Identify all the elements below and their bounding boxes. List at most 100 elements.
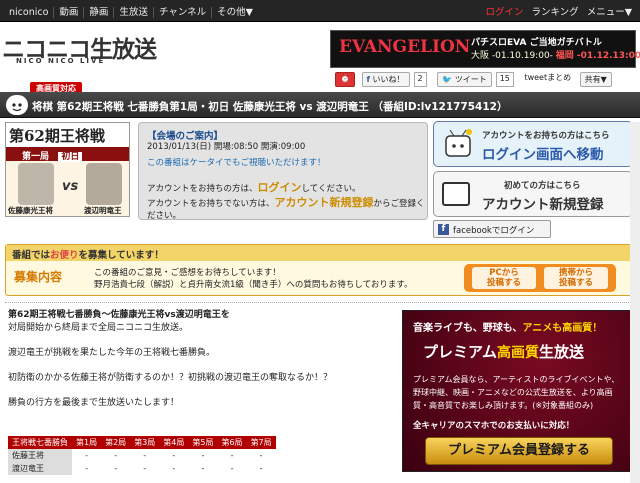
- menu-dropdown[interactable]: メニュー▼: [583, 7, 636, 18]
- top-navbar: niconico 動画 静画 生放送 チャンネル その他▼ ログイン ランキング メニュー▼: [0, 0, 640, 22]
- tv-icon: [442, 182, 470, 206]
- table-cell: -: [114, 451, 118, 460]
- vs-label: vs: [62, 179, 79, 194]
- table-cell: -: [143, 451, 147, 460]
- player1-photo: [18, 163, 54, 205]
- info-login-link[interactable]: ログイン: [258, 181, 302, 194]
- ranking-link[interactable]: ランキング: [527, 7, 582, 18]
- table-cell: -: [259, 451, 263, 460]
- recruit-text1: この番組のご意見・ご感想をお待ちしています！: [94, 268, 281, 278]
- niconico-face-icon: [6, 95, 28, 115]
- recruit-text2: 野月浩貴七段（解説）と貞升南女流1級（聞き手）への質問もお待ちしております。: [94, 280, 413, 290]
- table-header: 第5局: [188, 436, 218, 449]
- nav-niconico[interactable]: niconico: [4, 7, 55, 18]
- match-table: 王将戦七番勝負 第1局 第2局 第3局 第4局 第5局 第6局 第7局 佐藤王将…: [8, 436, 276, 475]
- table-cell: 佐藤王将: [8, 449, 72, 462]
- share-bar: ⏰ f いいね！ 2 🐦 ツイート 15 tweetまとめ 共有▼: [335, 72, 616, 88]
- tweet-count: 15: [495, 72, 514, 87]
- login-button-label: ログイン画面へ移動: [482, 147, 604, 163]
- table-header: 第4局: [159, 436, 189, 449]
- alert-button[interactable]: ⏰: [335, 72, 355, 87]
- niconico-tv-character-icon: [445, 129, 472, 157]
- banner-line1: パチスロEVA ご当地ガチバトル: [471, 38, 602, 48]
- premium-ad-banner[interactable]: 音楽ライブも、野球も、アニメも高画質！ プレミアム高画質生放送 プレミアム会員な…: [402, 310, 634, 472]
- login-button-sub: アカウントをお持ちの方はこちら: [482, 131, 610, 141]
- thumb-round: 第一局 初日: [22, 149, 83, 162]
- login-link[interactable]: ログイン: [481, 7, 527, 18]
- desc-p1: 対局開始から終局まで全局ニコニコ生放送。: [8, 323, 189, 333]
- desc-p2: 渡辺竜王が挑戦を果たした今年の王将戦七番勝負。: [8, 348, 216, 358]
- info-register-line-cont: ださい。: [147, 211, 182, 221]
- nav-channel[interactable]: チャンネル: [153, 7, 213, 18]
- twitter-icon: 🐦: [442, 75, 453, 84]
- share-dropdown[interactable]: 共有▼: [579, 72, 612, 87]
- login-button[interactable]: アカウントをお持ちの方はこちら ログイン画面へ移動: [433, 121, 633, 167]
- info-login-line: アカウントをお持ちの方は、ログインしてください。: [147, 181, 361, 194]
- premium-register-button[interactable]: プレミアム会員登録する: [425, 437, 613, 465]
- recruit-heading: 番組ではお便りを募集しています！: [12, 250, 164, 261]
- tweetmatome-link[interactable]: tweetまとめ: [524, 73, 571, 82]
- facebook-login-label: facebookでログイン: [453, 226, 535, 236]
- player1-name: 佐藤康光王将: [8, 206, 53, 215]
- facebook-icon: f: [366, 75, 370, 84]
- table-cell: -: [259, 464, 263, 473]
- scrollbar[interactable]: [630, 122, 640, 483]
- facebook-like-button[interactable]: f いいね！: [361, 72, 410, 87]
- like-count: 2: [413, 72, 427, 87]
- table-cell: -: [201, 451, 205, 460]
- global-nav: niconico 動画 静画 生放送 チャンネル その他▼: [4, 4, 258, 18]
- premium-smartphone-note: 全キャリアのスマホでのお支払いに対応！: [413, 421, 575, 431]
- banner-eva-text: EVANGELION: [339, 37, 471, 57]
- info-register-link[interactable]: アカウント新規登録: [275, 196, 374, 209]
- table-cell: -: [172, 464, 176, 473]
- nav-other[interactable]: その他▼: [212, 7, 258, 18]
- alarm-icon: ⏰: [340, 74, 350, 83]
- table-cell: -: [230, 451, 234, 460]
- site-logo-subtitle: NICO NICO LIVE: [16, 57, 106, 65]
- premium-title: プレミアム高画質生放送: [423, 343, 584, 361]
- table-header: 第2局: [101, 436, 131, 449]
- recruit-label: 募集内容: [14, 270, 63, 284]
- post-buttons: PCから 投稿する 携帯から 投稿する: [464, 264, 616, 292]
- register-button-label: アカウント新規登録: [482, 197, 604, 213]
- program-thumbnail[interactable]: 第62期王将戦 第一局 初日 vs 佐藤康光王将 渡辺明竜王: [5, 122, 130, 217]
- table-header: 第7局: [246, 436, 276, 449]
- nav-seiga[interactable]: 静画: [84, 7, 115, 18]
- table-cell: -: [114, 464, 118, 473]
- table-header: 第1局: [72, 436, 102, 449]
- table-header: 第3局: [130, 436, 160, 449]
- banner-line2: 大阪 -01.10.19:00- 福岡 -01.12.13:00-: [471, 51, 640, 61]
- player2-photo: [86, 163, 122, 205]
- player2-name: 渡辺明竜王: [84, 206, 122, 215]
- desc-p4: 勝負の行方を最後まで生放送いたします！: [8, 398, 180, 408]
- table-row: 渡辺竜王 - - - - - - -: [8, 462, 276, 475]
- table-cell: -: [201, 464, 205, 473]
- venue-info-panel: 【会場のご案内】 2013/01/13(日) 開場:08:50 開演:09:00…: [138, 122, 428, 221]
- facebook-login-button[interactable]: f facebookでログイン: [433, 220, 551, 238]
- nav-video[interactable]: 動画: [54, 7, 85, 18]
- program-title: 将棋 第62期王将戦 七番勝負第1局・初日 佐藤康光王将 vs 渡辺明竜王 （番…: [32, 101, 508, 113]
- premium-description: プレミアム会員なら、アーティストのライブイベントや、野球中継、映画・アニメなどの…: [413, 375, 620, 410]
- register-button[interactable]: 初めての方はこちら アカウント新規登録: [433, 171, 633, 217]
- ad-banner[interactable]: EVANGELION パチスロEVA ご当地ガチバトル 大阪 -01.10.19…: [330, 30, 640, 68]
- table-header: 第6局: [217, 436, 247, 449]
- post-from-mobile-button[interactable]: 携帯から 投稿する: [544, 267, 608, 289]
- table-cell: -: [85, 464, 88, 473]
- info-register-line: アカウントをお持ちでない方は、アカウント新規登録からご登録く: [147, 196, 425, 209]
- facebook-icon: f: [438, 224, 449, 235]
- info-mobile-note: この番組はケータイでもご視聴いただけます！: [147, 158, 326, 168]
- premium-tagline: 音楽ライブも、野球も、アニメも高画質！: [413, 323, 603, 334]
- table-header: 王将戦七番勝負: [8, 436, 72, 449]
- table-header-row: 王将戦七番勝負 第1局 第2局 第3局 第4局 第5局 第6局 第7局: [8, 436, 276, 449]
- desc-title: 第62期王将戦七番勝負～佐藤康光王将vs渡辺明竜王を: [8, 310, 230, 320]
- table-cell: -: [230, 464, 234, 473]
- table-cell: -: [143, 464, 147, 473]
- program-title-bar: 将棋 第62期王将戦 七番勝負第1局・初日 佐藤康光王将 vs 渡辺明竜王 （番…: [0, 92, 640, 118]
- post-from-pc-button[interactable]: PCから 投稿する: [472, 267, 536, 289]
- table-cell: -: [172, 451, 176, 460]
- tweet-button[interactable]: 🐦 ツイート: [437, 72, 492, 87]
- nav-live[interactable]: 生放送: [114, 7, 154, 18]
- table-row: 佐藤王将 - - - - - - -: [8, 449, 276, 462]
- program-description: 第62期王将戦七番勝負～佐藤康光王将vs渡辺明竜王を 対局開始から終局まで全局ニコ…: [8, 309, 393, 422]
- table-cell: -: [85, 451, 88, 460]
